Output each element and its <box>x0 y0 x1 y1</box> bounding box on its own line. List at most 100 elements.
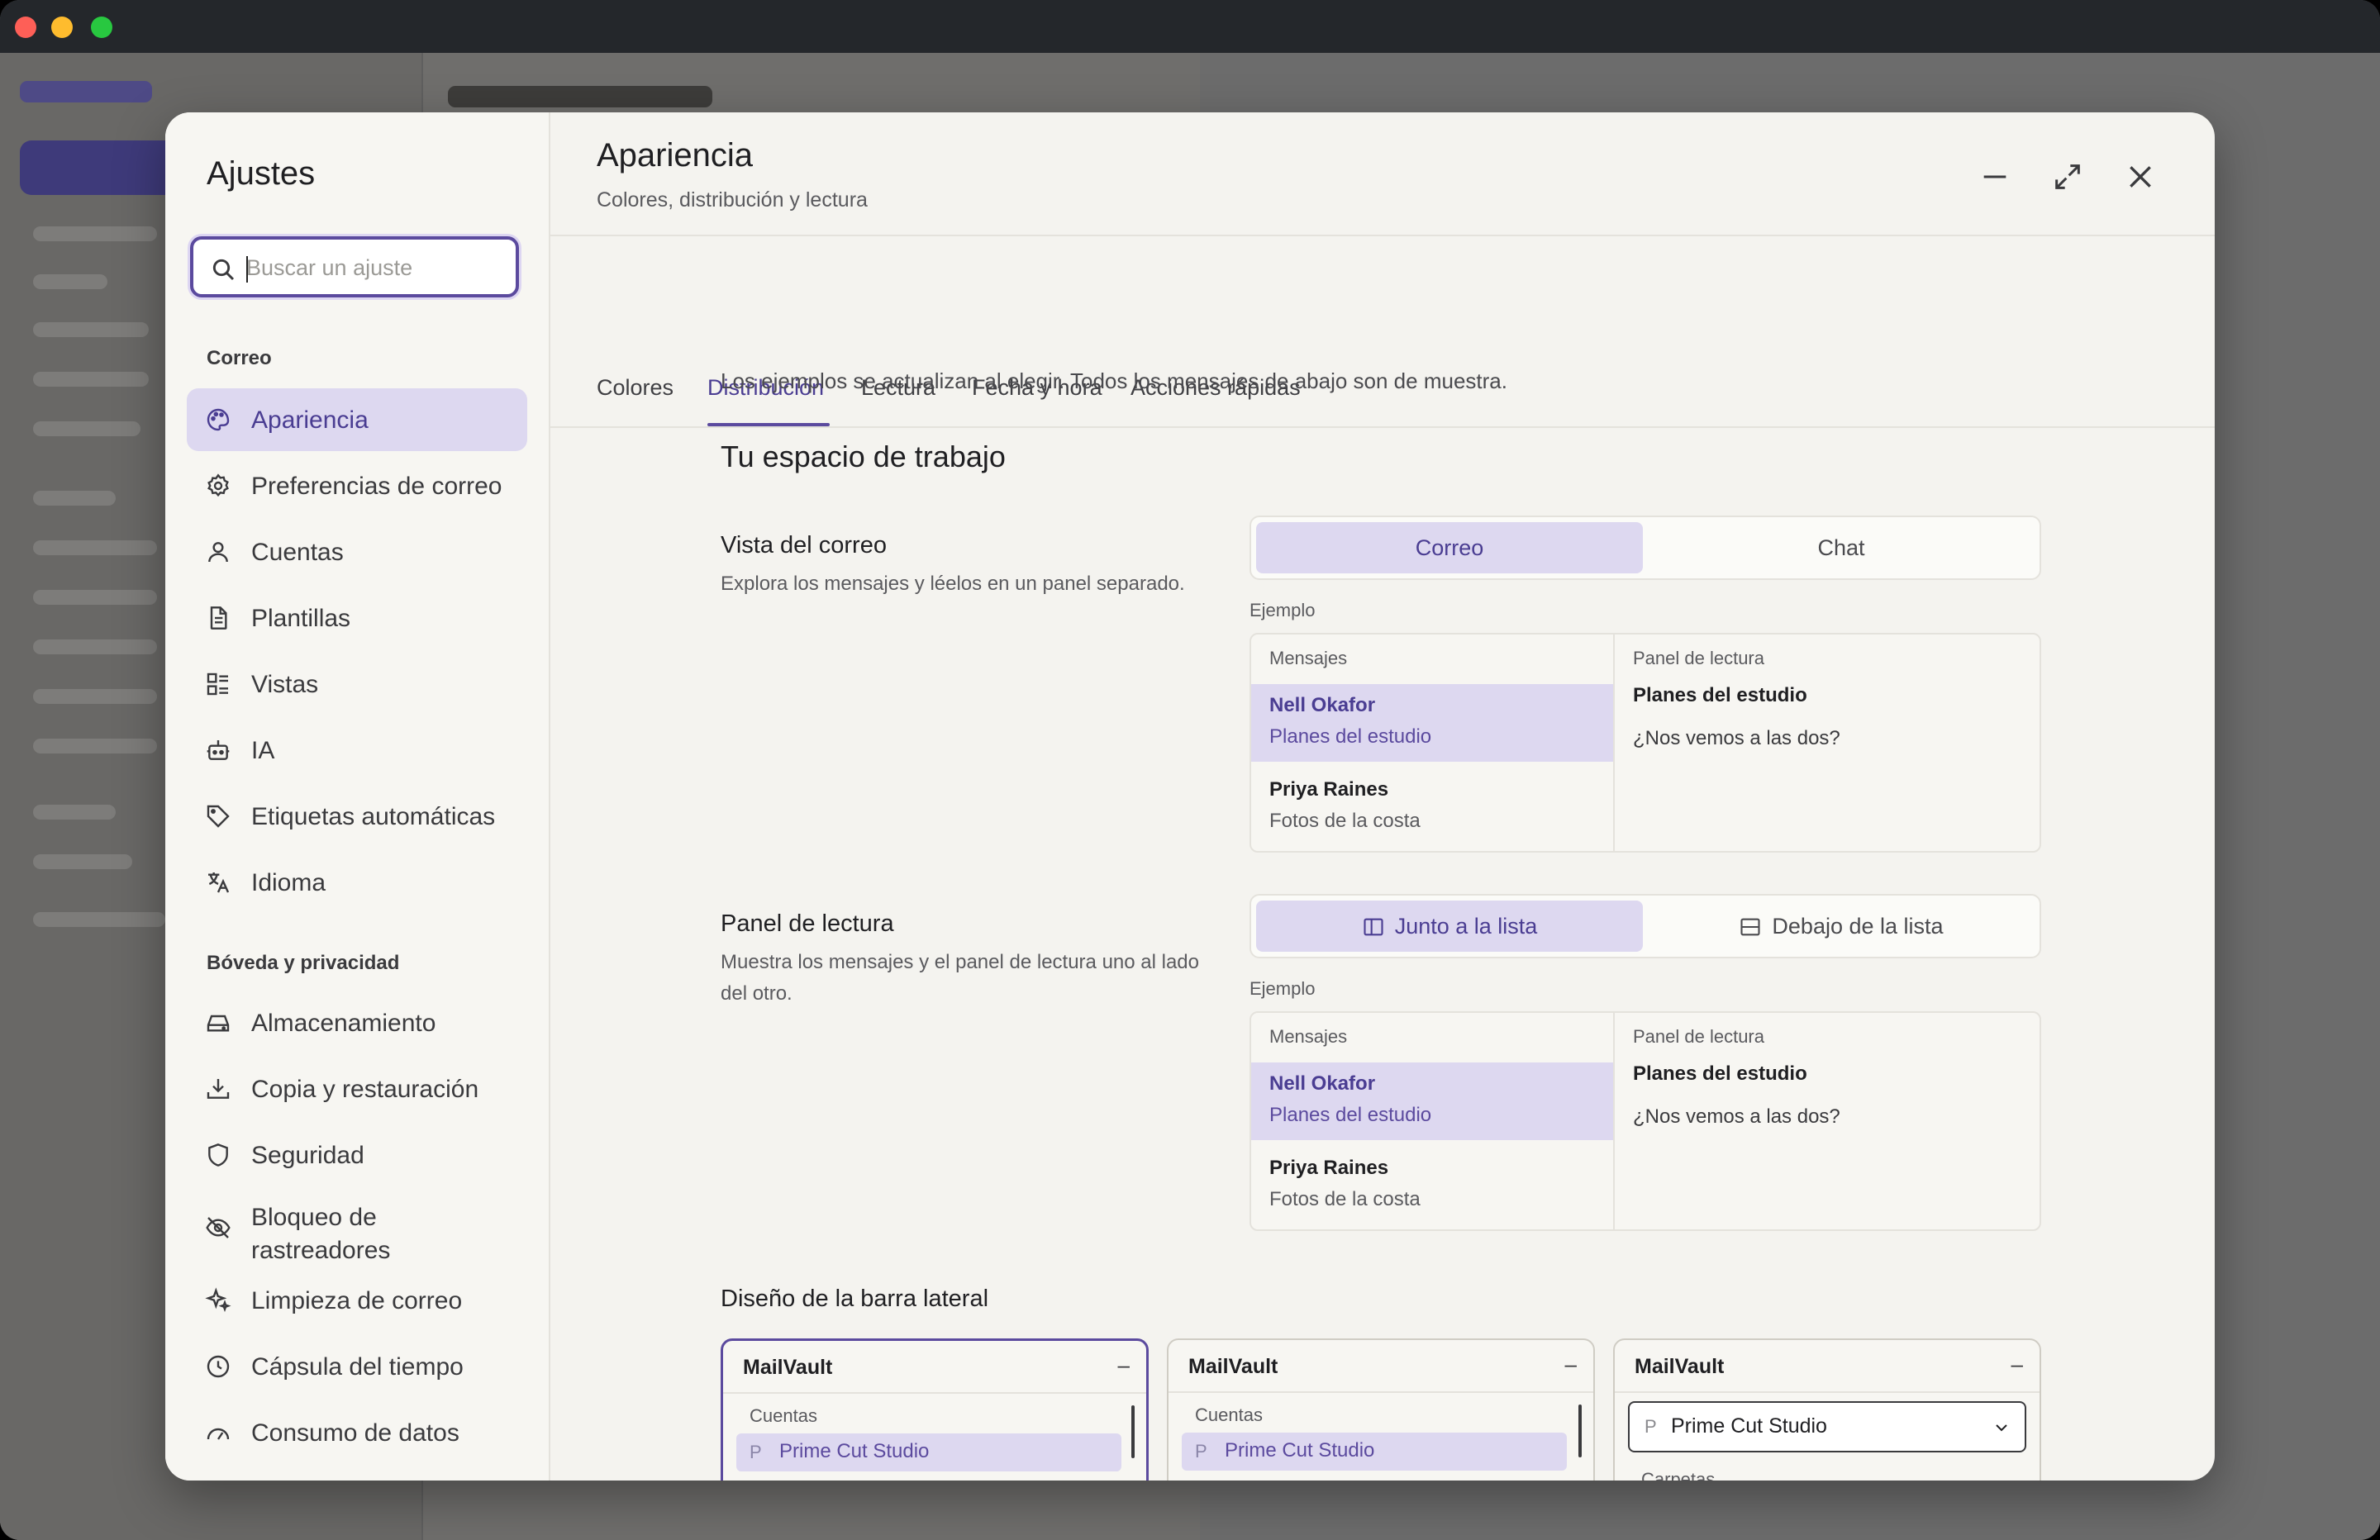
example-label: Ejemplo <box>1250 600 1316 620</box>
close-icon[interactable] <box>2124 160 2157 193</box>
nav-item-templates[interactable]: Plantillas <box>187 587 527 649</box>
reading-pane-option-below[interactable]: Debajo de la lista <box>1648 901 2035 952</box>
search-icon <box>212 259 235 281</box>
preview-subject: Fotos de la costa <box>1269 810 1421 832</box>
views-icon <box>207 673 228 696</box>
page-title: Apariencia <box>597 137 754 173</box>
preview-row-selected: Nell Okafor Planes del estudio <box>1251 1062 1613 1140</box>
zoom-window-button[interactable] <box>91 17 112 38</box>
sidebar-design-title: Diseño de la barra lateral <box>721 1286 989 1312</box>
tag-icon <box>207 805 230 828</box>
nav-label: Bloqueo de rastreadores <box>251 1204 391 1264</box>
desktop: Ajustes Correo Apariencia Preferencias d… <box>0 0 2380 1540</box>
minimize-window-button[interactable] <box>51 17 73 38</box>
nav-label: Cuentas <box>251 539 344 566</box>
minimize-icon[interactable] <box>1978 160 2011 193</box>
section-label-mail: Correo <box>207 347 272 369</box>
eye-off-icon <box>206 1217 231 1238</box>
preview-reading-header: Panel de lectura <box>1633 648 1764 668</box>
mail-view-option-chat[interactable]: Chat <box>1648 522 2035 573</box>
nav-item-appearance[interactable]: Apariencia <box>187 388 527 451</box>
account-name: Prime Cut Studio <box>1671 1414 1827 1438</box>
examples-note: Los ejemplos se actualizan al elegir. To… <box>721 368 1507 393</box>
nav-item-security[interactable]: Seguridad <box>187 1124 527 1186</box>
tab-bar: Colores Distribución Lectura Fecha y hor… <box>550 235 2215 431</box>
tab-colors[interactable]: Colores <box>597 375 674 401</box>
nav-label: Vistas <box>251 671 319 698</box>
account-initial: P <box>1645 1416 1657 1437</box>
preview-reading-title: Planes del estudio <box>1633 1062 1807 1085</box>
nav-label: Seguridad <box>251 1142 364 1169</box>
nav-label: Limpieza de correo <box>251 1287 463 1314</box>
nav-item-data-usage[interactable]: Consumo de datos <box>187 1401 527 1464</box>
nav-item-ai[interactable]: IA <box>187 719 527 782</box>
option-label: Chat <box>1817 535 1865 560</box>
account-name: Prime Cut Studio <box>779 1440 930 1462</box>
nav-item-auto-labels[interactable]: Etiquetas automáticas <box>187 785 527 848</box>
nav-item-views[interactable]: Vistas <box>187 653 527 715</box>
collapse-icon: – <box>2011 1352 2023 1376</box>
translate-icon <box>208 872 230 893</box>
document-icon <box>210 606 227 630</box>
gauge-icon <box>207 1428 230 1440</box>
preview-sender: Nell Okafor <box>1269 694 1376 716</box>
sidebar-design-option-compact[interactable]: MailVault – Cuentas P Prime Cut Studio <box>1167 1338 1595 1481</box>
preview-subject: Planes del estudio <box>1269 1104 1432 1126</box>
sidebar-design-option-list[interactable]: MailVault – Cuentas P Prime Cut Studio <box>721 1338 1149 1481</box>
divider <box>1169 1391 1593 1393</box>
preview-sender: Priya Raines <box>1269 778 1389 801</box>
nav-item-mail-cleanup[interactable]: Limpieza de correo <box>187 1269 527 1332</box>
sidebar-brand: MailVault <box>1635 1355 1725 1378</box>
settings-title: Ajustes <box>207 155 316 192</box>
mail-view-toggle: Correo Chat <box>1250 516 2041 580</box>
gear-icon <box>207 473 229 497</box>
preview-reading-body: ¿Nos vemos a las dos? <box>1633 727 1840 749</box>
account-item: P Prime Cut Studio <box>1182 1433 1567 1471</box>
shield-icon <box>208 1143 228 1167</box>
preview-messages-header: Mensajes <box>1269 1026 1348 1047</box>
nav-item-storage[interactable]: Almacenamiento <box>187 991 527 1054</box>
nav-label: Plantillas <box>251 605 351 632</box>
search-input[interactable] <box>245 248 504 288</box>
sidebar-design-option-dropdown[interactable]: MailVault – P Prime Cut Studio Carpetas <box>1613 1338 2041 1481</box>
text-caret <box>246 256 248 283</box>
workspace-heading: Tu espacio de trabajo <box>721 440 1006 473</box>
divider <box>1615 1391 2040 1393</box>
collapse-icon: – <box>1564 1352 1577 1376</box>
section-label-vault-privacy: Bóveda y privacidad <box>207 952 400 974</box>
preview-subject: Planes del estudio <box>1269 725 1432 748</box>
close-window-button[interactable] <box>15 17 36 38</box>
accounts-label: Cuentas <box>1195 1405 1263 1425</box>
reading-pane-description: Muestra los mensajes y el panel de lectu… <box>721 951 1199 1005</box>
nav-label: Etiquetas automáticas <box>251 803 496 830</box>
nav-item-mail-preferences[interactable]: Preferencias de correo <box>187 454 527 517</box>
mail-view-option-mail[interactable]: Correo <box>1256 522 1643 573</box>
account-initial: P <box>1195 1441 1207 1462</box>
download-icon <box>207 1079 230 1099</box>
reading-pane-option-beside[interactable]: Junto a la lista <box>1256 901 1643 952</box>
nav-item-language[interactable]: Idioma <box>187 851 527 914</box>
collapse-icon: – <box>1117 1352 1130 1377</box>
nav-label: IA <box>251 737 275 764</box>
scrollbar <box>1131 1405 1135 1458</box>
settings-search[interactable] <box>190 236 519 297</box>
reading-pane-toggle: Junto a la lista Debajo de la lista <box>1250 894 2041 958</box>
nav-item-accounts[interactable]: Cuentas <box>187 520 527 583</box>
nav-item-tracker-blocking[interactable]: Bloqueo de rastreadores <box>187 1190 527 1264</box>
columns-icon <box>1364 918 1383 936</box>
user-icon <box>208 542 228 563</box>
nav-label: Preferencias de correo <box>251 473 502 500</box>
drive-icon <box>207 1015 230 1032</box>
nav-item-time-capsule[interactable]: Cápsula del tiempo <box>187 1335 527 1398</box>
option-label: Junto a la lista <box>1394 914 1538 939</box>
preview-sender: Nell Okafor <box>1269 1072 1376 1095</box>
preview-reading-title: Planes del estudio <box>1633 684 1807 706</box>
option-label: Correo <box>1415 535 1484 560</box>
nav-item-backup[interactable]: Copia y restauración <box>187 1058 527 1120</box>
preview-message-list: Mensajes Nell Okafor Planes del estudio … <box>1251 635 1615 851</box>
folders-label: Carpetas <box>1641 1469 1716 1481</box>
robot-icon <box>207 740 230 760</box>
sidebar-brand: MailVault <box>743 1356 833 1379</box>
sparkles-icon <box>205 1287 231 1313</box>
expand-icon[interactable] <box>2051 160 2084 193</box>
